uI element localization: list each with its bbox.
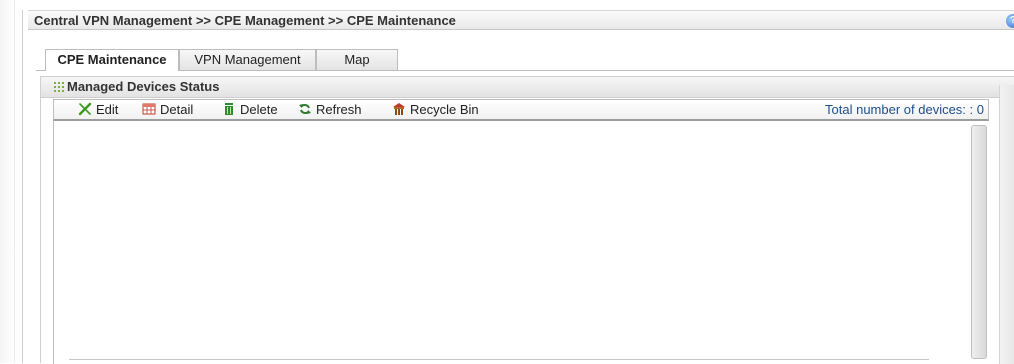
detail-icon [142, 103, 156, 115]
recycle-bin-label: Recycle Bin [410, 102, 479, 117]
left-edge-strip [0, 0, 15, 363]
left-divider [22, 10, 23, 363]
question-icon[interactable]: ? [1006, 14, 1014, 28]
total-devices-count: Total number of devices: : 0 [825, 102, 984, 117]
tab-vpn-management[interactable]: VPN Management [179, 49, 316, 70]
bottom-divider [69, 359, 929, 360]
header-bar: Central VPN Management >> CPE Management… [28, 10, 1014, 30]
grip-dots-icon [54, 82, 64, 92]
refresh-icon [299, 104, 311, 114]
panel-title-bar: Managed Devices Status [41, 77, 1014, 98]
managed-devices-panel: Managed Devices Status Edit Detail Delet… [40, 76, 1014, 364]
recycle-bin-icon [393, 103, 405, 115]
device-toolbar: Edit Detail Delete Refresh Recycle Bin T… [53, 99, 989, 121]
breadcrumb: Central VPN Management >> CPE Management… [34, 13, 456, 28]
recycle-bin-button[interactable]: Recycle Bin [392, 102, 479, 118]
delete-button[interactable]: Delete [222, 102, 278, 118]
trash-icon [225, 103, 233, 115]
detail-label: Detail [160, 102, 194, 117]
edit-icon [78, 102, 92, 116]
device-list-area [53, 121, 972, 364]
vertical-scrollbar[interactable] [971, 125, 987, 359]
refresh-button[interactable]: Refresh [298, 102, 362, 118]
detail-button[interactable]: Detail [142, 102, 193, 118]
tab-map[interactable]: Map [316, 49, 398, 70]
refresh-label: Refresh [316, 102, 362, 117]
delete-label: Delete [240, 102, 278, 117]
tab-baseline [36, 70, 1014, 71]
edit-button[interactable]: Edit [78, 102, 118, 118]
tab-cpe-maintenance[interactable]: CPE Maintenance [45, 49, 179, 71]
panel-title: Managed Devices Status [67, 79, 220, 94]
right-gutter [999, 85, 1014, 364]
edit-label: Edit [96, 102, 119, 117]
